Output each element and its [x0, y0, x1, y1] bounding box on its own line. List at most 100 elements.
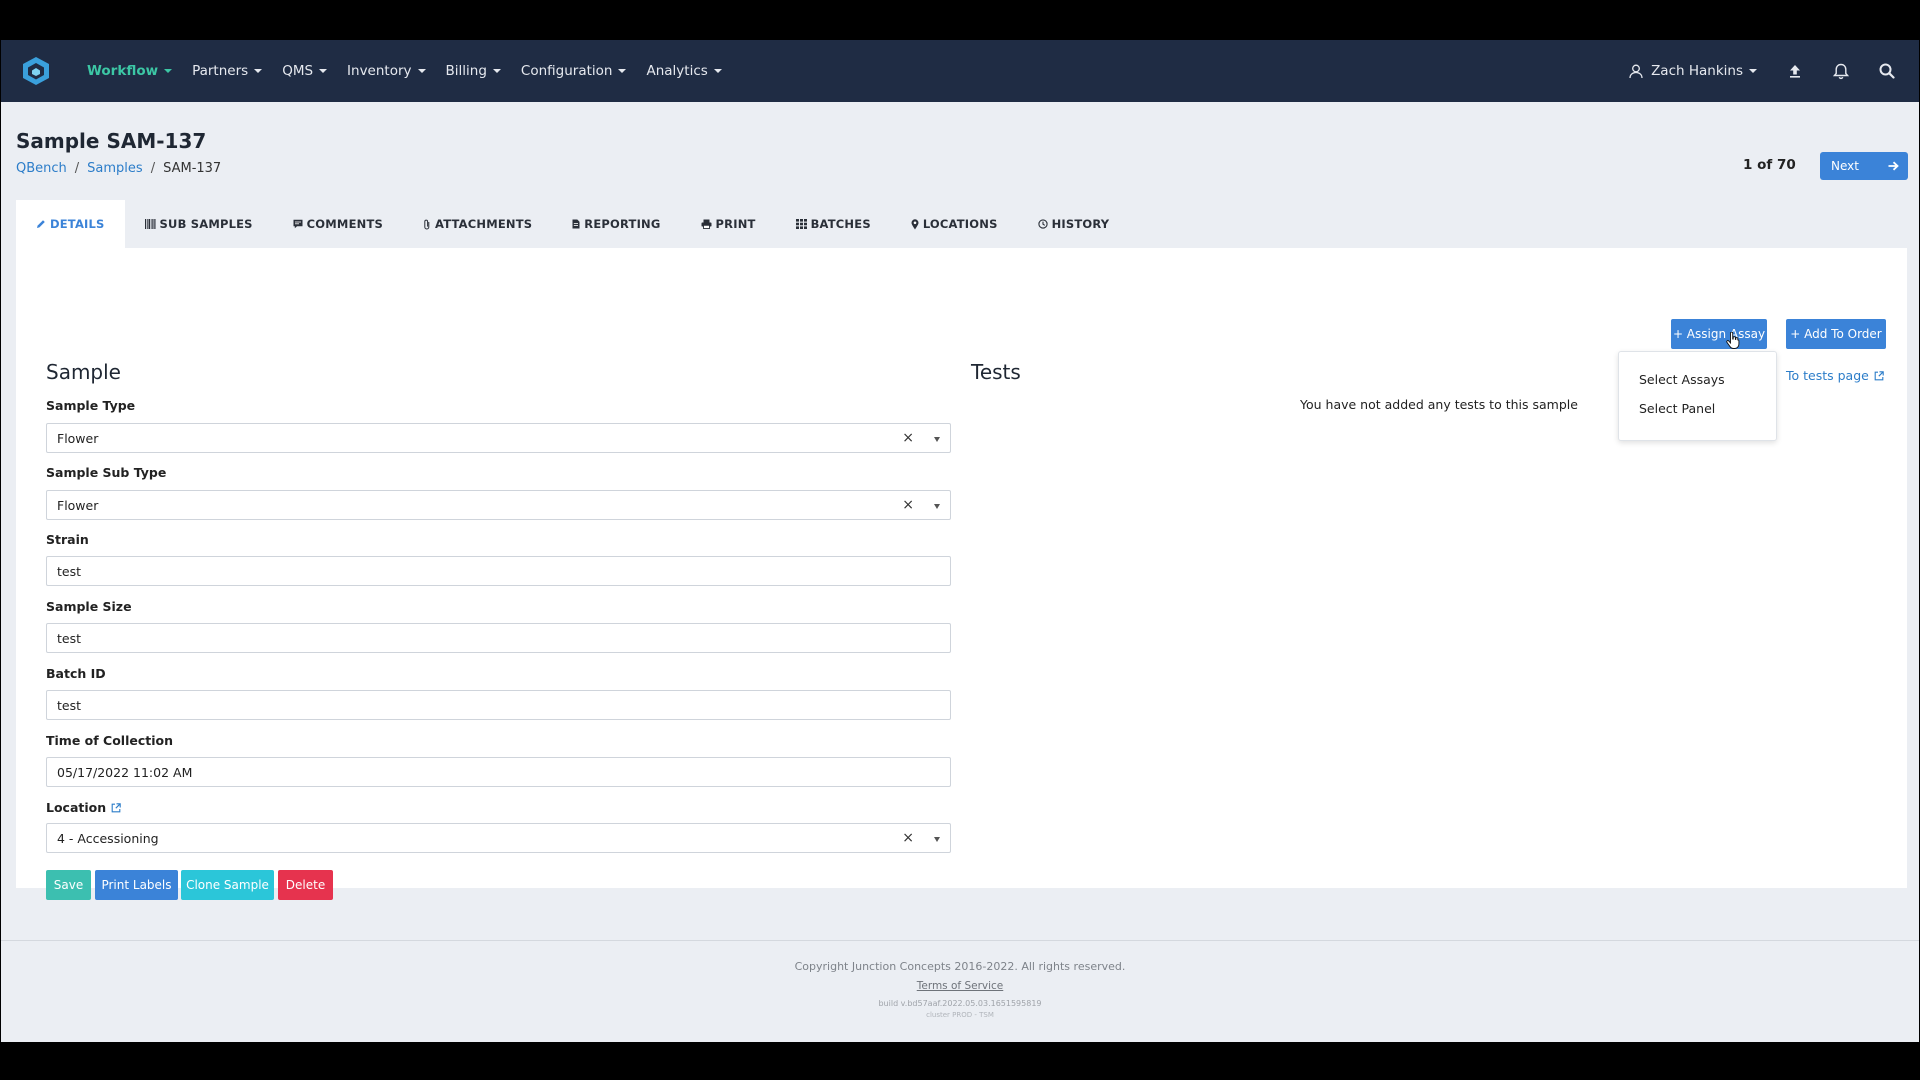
next-button[interactable]: Next [1820, 152, 1908, 180]
sample-size-value: test [57, 630, 82, 646]
time-of-collection-label: Time of Collection [46, 733, 174, 748]
location-label-row: Location [46, 800, 121, 815]
breadcrumb: QBench / Samples / SAM-137 [16, 161, 221, 176]
nav-billing-label: Billing [445, 63, 487, 79]
sample-type-select[interactable]: Flower × [46, 423, 951, 453]
caret-down-icon [417, 69, 426, 73]
footer-divider [1, 940, 1919, 941]
add-to-order-button[interactable]: + Add To Order [1786, 319, 1886, 349]
printer-icon [701, 219, 712, 229]
tab-label: BATCHES [810, 217, 871, 231]
tests-empty-message: You have not added any tests to this sam… [1300, 397, 1578, 412]
sample-section-title: Sample [46, 360, 121, 384]
dropdown-arrow-icon[interactable] [934, 437, 940, 442]
strain-label: Strain [46, 532, 89, 547]
nav-configuration[interactable]: Configuration [521, 63, 627, 79]
clear-icon[interactable]: × [902, 830, 914, 846]
sample-sub-type-value: Flower [57, 497, 99, 513]
comment-icon [293, 219, 303, 229]
tab-label: DETAILS [50, 217, 105, 231]
tab-label: COMMENTS [306, 217, 383, 231]
tab-label: PRINT [715, 217, 756, 231]
arrow-right-icon [1878, 161, 1908, 171]
nav-right: Zach Hankins [1629, 40, 1919, 102]
upload-icon[interactable] [1785, 61, 1805, 81]
tab-history[interactable]: HISTORY [1018, 200, 1130, 248]
bell-icon[interactable] [1831, 61, 1851, 81]
caret-down-icon [254, 69, 263, 73]
breadcrumb-samples[interactable]: Samples [87, 161, 143, 176]
sample-sub-type-label: Sample Sub Type [46, 465, 167, 480]
tab-sub-samples[interactable]: SUB SAMPLES [125, 200, 273, 248]
caret-down-icon [164, 69, 173, 73]
print-labels-button[interactable]: Print Labels [95, 870, 178, 900]
nav-qms[interactable]: QMS [282, 63, 328, 79]
external-link-icon[interactable] [111, 802, 121, 813]
page-title: Sample SAM-137 [16, 129, 207, 153]
details-panel: Sample Sample Type Flower × Sample Sub T… [16, 248, 1907, 900]
history-icon [1037, 219, 1048, 229]
footer-copyright: Copyright Junction Concepts 2016-2022. A… [794, 960, 1126, 973]
next-label: Next [1831, 159, 1859, 173]
pager-count: 1 of 70 [1743, 157, 1796, 173]
dropdown-arrow-icon[interactable] [934, 837, 940, 842]
save-button[interactable]: Save [46, 870, 91, 900]
nav-workflow[interactable]: Workflow [87, 63, 173, 79]
strain-input[interactable]: test [46, 556, 951, 586]
tab-label: ATTACHMENTS [434, 217, 533, 231]
sample-size-input[interactable]: test [46, 623, 951, 653]
location-label: Location [46, 800, 107, 815]
clone-sample-button[interactable]: Clone Sample [181, 870, 274, 900]
breadcrumb-qbench[interactable]: QBench [16, 161, 67, 176]
caret-down-icon [319, 69, 328, 73]
footer-build: build v.bd57aaf.2022.05.03.1651595819 [878, 999, 1042, 1008]
caret-down-icon [618, 69, 627, 73]
tab-batches[interactable]: BATCHES [776, 200, 891, 248]
batch-id-label: Batch ID [46, 666, 106, 681]
paperclip-icon [424, 219, 430, 229]
tab-print[interactable]: PRINT [681, 200, 776, 248]
clear-icon[interactable]: × [902, 430, 914, 446]
nav-inventory-label: Inventory [347, 63, 412, 79]
main-menu: Workflow Partners QMS Inventory Billing … [87, 40, 742, 102]
terms-of-service-link[interactable]: Terms of Service [917, 980, 1004, 992]
delete-button[interactable]: Delete [278, 870, 333, 900]
breadcrumb-separator: / [74, 161, 80, 176]
nav-billing[interactable]: Billing [446, 63, 501, 79]
location-select[interactable]: 4 - Accessioning × [46, 823, 951, 853]
time-of-collection-value: 05/17/2022 11:02 AM [57, 764, 193, 780]
sample-type-label: Sample Type [46, 398, 136, 413]
sample-sub-type-select[interactable]: Flower × [46, 490, 951, 520]
tab-details[interactable]: DETAILS [16, 200, 125, 248]
select-assays-option[interactable]: Select Assays [1639, 372, 1725, 387]
qbench-logo[interactable] [21, 56, 51, 86]
nav-inventory[interactable]: Inventory [347, 63, 426, 79]
tab-attachments[interactable]: ATTACHMENTS [403, 200, 552, 248]
user-name: Zach Hankins [1651, 63, 1743, 79]
tab-label: LOCATIONS [922, 217, 998, 231]
barcode-icon [144, 219, 156, 229]
sample-size-label: Sample Size [46, 599, 132, 614]
map-pin-icon [911, 218, 919, 229]
tab-locations[interactable]: LOCATIONS [891, 200, 1018, 248]
assign-assay-button[interactable]: + Assign Assay [1671, 319, 1767, 349]
app-window: Workflow Partners QMS Inventory Billing … [1, 40, 1919, 1042]
grid-icon [795, 219, 807, 229]
nav-analytics[interactable]: Analytics [646, 63, 722, 79]
nav-partners[interactable]: Partners [192, 63, 263, 79]
tab-label: HISTORY [1051, 217, 1110, 231]
tab-reporting[interactable]: REPORTING [552, 200, 680, 248]
user-menu[interactable]: Zach Hankins [1629, 63, 1757, 79]
file-icon [572, 219, 580, 229]
breadcrumb-current: SAM-137 [163, 161, 222, 176]
select-panel-option[interactable]: Select Panel [1639, 401, 1715, 416]
external-link-icon [1874, 370, 1884, 380]
caret-down-icon [713, 69, 722, 73]
batch-id-input[interactable]: test [46, 690, 951, 720]
time-of-collection-input[interactable]: 05/17/2022 11:02 AM [46, 757, 951, 787]
dropdown-arrow-icon[interactable] [934, 504, 940, 509]
tab-comments[interactable]: COMMENTS [273, 200, 403, 248]
search-icon[interactable] [1877, 61, 1897, 81]
tests-page-link[interactable]: To tests page [1786, 368, 1884, 383]
clear-icon[interactable]: × [902, 497, 914, 513]
